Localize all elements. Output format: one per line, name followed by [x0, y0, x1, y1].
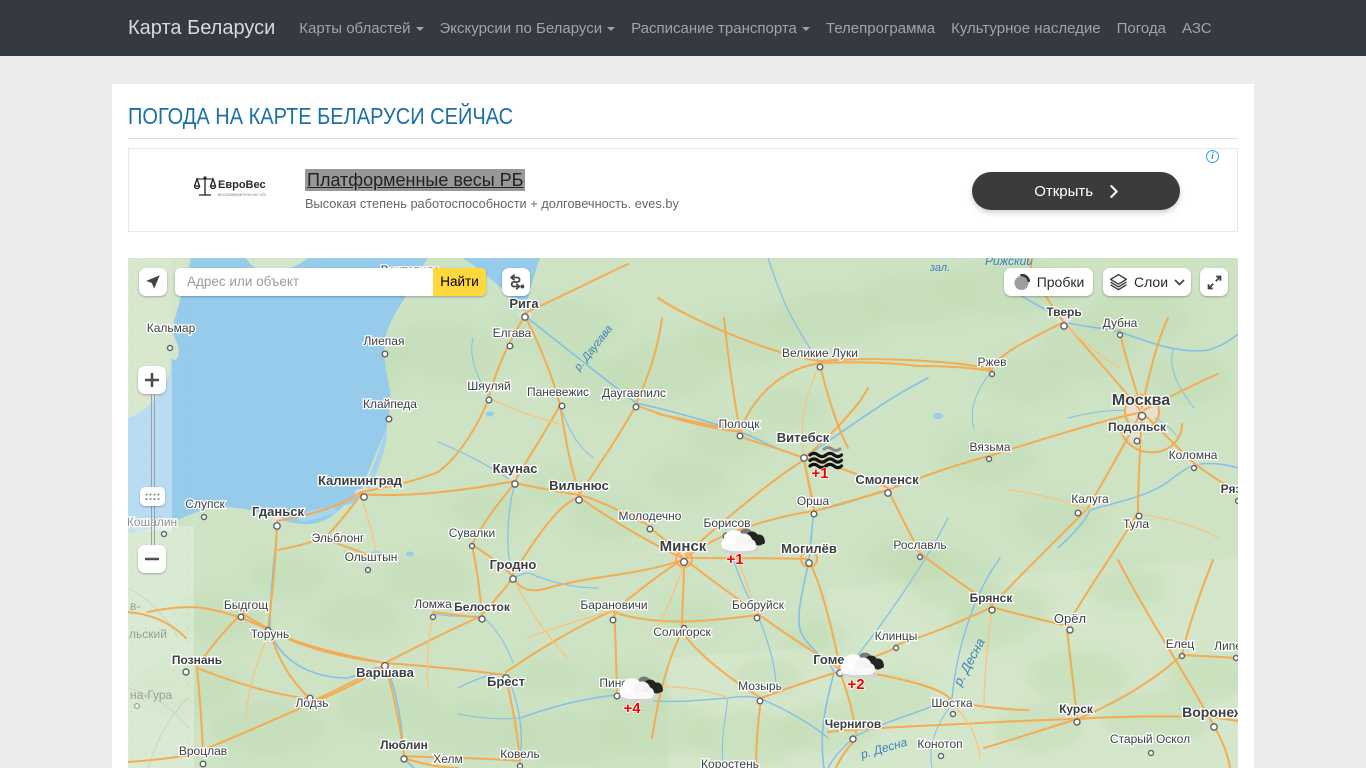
svg-text:Вроцлав: Вроцлав	[179, 744, 227, 758]
svg-text:Елгава: Елгава	[493, 326, 532, 340]
svg-text:Витебск: Витебск	[777, 430, 830, 445]
svg-text:+4: +4	[623, 700, 641, 717]
svg-text:Воронеж: Воронеж	[1182, 704, 1238, 720]
svg-text:Великие Луки: Великие Луки	[782, 346, 858, 360]
svg-text:Паневежис: Паневежис	[527, 385, 589, 399]
svg-text:Орша: Орша	[797, 494, 830, 508]
svg-text:Молодечно: Молодечно	[619, 509, 682, 523]
svg-text:Липе: Липе	[1214, 639, 1238, 653]
svg-text:Сувалки: Сувалки	[449, 526, 496, 540]
svg-text:Мозырь: Мозырь	[738, 679, 782, 693]
svg-text:Белосток: Белосток	[454, 600, 511, 614]
svg-text:Смоленск: Смоленск	[855, 472, 919, 487]
svg-text:Гданьск: Гданьск	[252, 504, 304, 519]
svg-text:Калининград: Калининград	[318, 473, 403, 488]
svg-text:+1: +1	[811, 465, 828, 482]
svg-text:Кальмар: Кальмар	[147, 321, 196, 335]
svg-text:Варшава: Варшава	[356, 665, 414, 680]
svg-text:Шостка: Шостка	[931, 696, 973, 710]
svg-text:Гродно: Гродно	[490, 557, 537, 572]
svg-text:Даугавпилс: Даугавпилс	[602, 386, 666, 400]
svg-text:Орёл: Орёл	[1054, 611, 1086, 626]
svg-text:Коростень: Коростень	[701, 757, 759, 768]
svg-text:Ковель: Ковель	[500, 747, 539, 761]
svg-text:льский: льский	[129, 627, 167, 641]
svg-text:Тула: Тула	[1123, 517, 1149, 531]
svg-text:Каунас: Каунас	[493, 461, 538, 476]
svg-text:Ольштын: Ольштын	[345, 550, 398, 564]
svg-text:Бобруйск: Бобруйск	[732, 598, 785, 612]
svg-text:Елец: Елец	[1166, 637, 1195, 651]
svg-text:Рославль: Рославль	[893, 538, 946, 552]
svg-text:Эльблонг: Эльблонг	[312, 531, 365, 545]
svg-text:Подольск: Подольск	[1108, 420, 1167, 434]
svg-text:Клайпеда: Клайпеда	[363, 397, 417, 411]
svg-text:Могилёв: Могилёв	[781, 541, 837, 556]
svg-text:ЕвроВес: ЕвроВес	[218, 179, 266, 191]
svg-text:Ряз: Ряз	[1221, 482, 1238, 496]
svg-text:Москва: Москва	[1112, 392, 1170, 409]
svg-text:Полоцк: Полоцк	[719, 417, 761, 431]
svg-text:Курск: Курск	[1059, 702, 1094, 716]
svg-text:Калуга: Калуга	[1071, 492, 1109, 506]
svg-text:Рига: Рига	[509, 296, 539, 311]
svg-text:Борисов: Борисов	[703, 516, 750, 530]
svg-text:весоизмерительное оборудование: весоизмерительное оборудование	[218, 192, 266, 197]
svg-text:Брянск: Брянск	[970, 591, 1014, 605]
svg-text:Конотоп: Конотоп	[917, 737, 962, 751]
svg-text:Хелм: Хелм	[433, 752, 463, 766]
svg-text:Чернигов: Чернигов	[825, 717, 882, 731]
svg-text:Лиепая: Лиепая	[364, 334, 405, 348]
svg-text:Ржев: Ржев	[977, 355, 1006, 369]
svg-text:Торунь: Торунь	[251, 627, 289, 641]
svg-text:Быдгощ: Быдгощ	[224, 598, 268, 612]
svg-text:Вильнюс: Вильнюс	[549, 478, 609, 493]
svg-text:Лодзь: Лодзь	[295, 696, 328, 710]
svg-text:в-: в-	[130, 599, 140, 613]
svg-text:Минск: Минск	[660, 538, 707, 555]
svg-text:+2: +2	[847, 676, 864, 693]
svg-text:Старый Оскол: Старый Оскол	[1110, 732, 1190, 746]
svg-text:Коломна: Коломна	[1169, 448, 1218, 462]
svg-text:+1: +1	[726, 551, 743, 568]
svg-text:Барановичи: Барановичи	[580, 598, 647, 612]
svg-text:зал.: зал.	[929, 262, 950, 274]
svg-text:Ломжа: Ломжа	[414, 597, 452, 611]
svg-text:Солигорск: Солигорск	[653, 625, 711, 639]
svg-text:Люблин: Люблин	[380, 738, 428, 752]
svg-text:Тверь: Тверь	[1046, 305, 1081, 319]
svg-text:Слупск: Слупск	[185, 497, 225, 511]
svg-text:Познань: Познань	[172, 653, 222, 667]
svg-text:Рижский: Рижский	[985, 258, 1033, 268]
svg-text:Дубна: Дубна	[1103, 316, 1138, 330]
svg-text:Шяуляй: Шяуляй	[467, 379, 510, 393]
svg-text:Клинцы: Клинцы	[875, 629, 918, 643]
svg-text:на-Гура: на-Гура	[130, 688, 173, 702]
svg-text:Брест: Брест	[487, 674, 525, 689]
svg-text:Вязьма: Вязьма	[969, 440, 1010, 454]
